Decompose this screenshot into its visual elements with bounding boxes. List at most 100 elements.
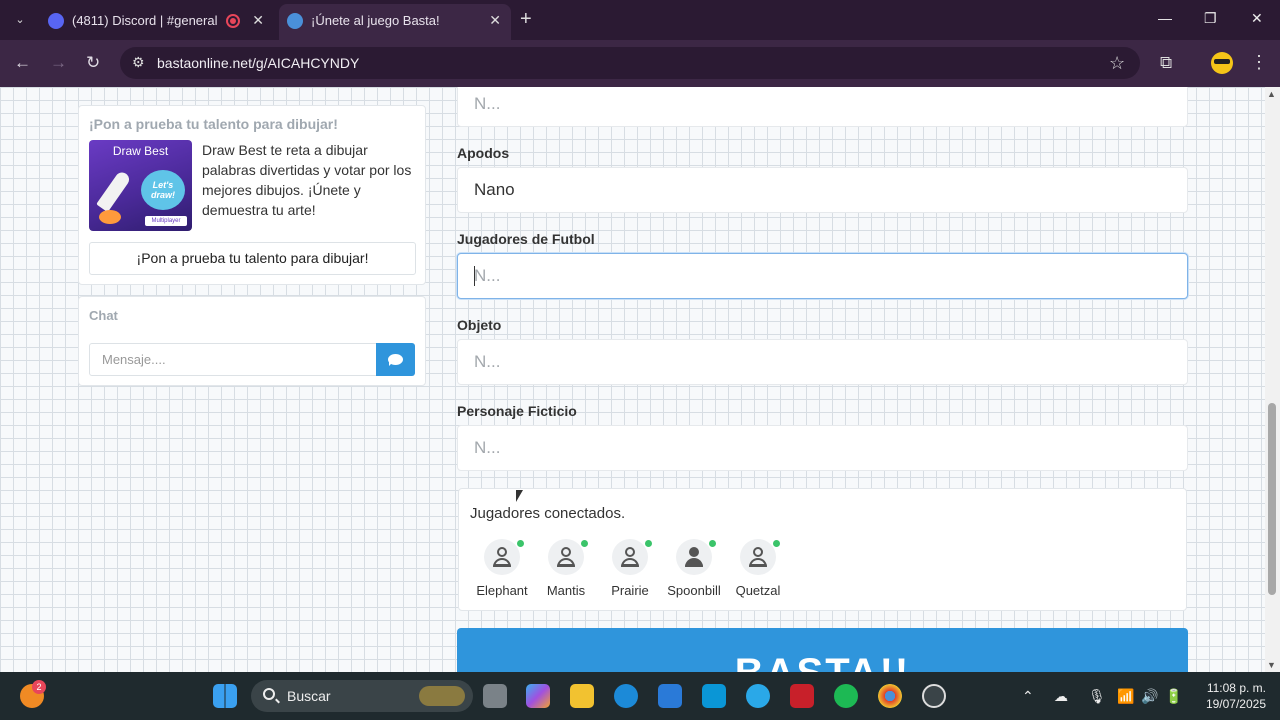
promo-heading: ¡Pon a prueba tu talento para dibujar! bbox=[89, 116, 338, 132]
new-tab-plus-icon[interactable]: + bbox=[520, 9, 532, 29]
hp-app-icon[interactable] bbox=[702, 684, 726, 708]
host-user-avatar-icon bbox=[676, 539, 716, 575]
player-prairie[interactable]: Prairie bbox=[595, 539, 665, 598]
url-text[interactable]: bastaonline.net/g/AICAHCYNDY bbox=[157, 55, 359, 71]
back-arrow-icon[interactable]: ← bbox=[14, 53, 31, 73]
close-window-icon[interactable]: ✕ bbox=[1251, 10, 1263, 27]
site-info-icon[interactable]: ⚙ bbox=[132, 54, 145, 71]
mouse-cursor-icon bbox=[516, 490, 523, 502]
browser-menu-icon[interactable]: ⋮ bbox=[1250, 52, 1268, 73]
chrome-icon[interactable] bbox=[878, 684, 902, 708]
chat-send-button[interactable] bbox=[376, 343, 415, 376]
chat-message-input[interactable]: Mensaje.... bbox=[89, 343, 377, 376]
microphone-icon[interactable]: 🎙 bbox=[1088, 688, 1106, 705]
basta-favicon-icon bbox=[287, 13, 303, 29]
multiplayer-badge: Multiplayer bbox=[145, 216, 187, 226]
player-mantis[interactable]: Mantis bbox=[531, 539, 601, 598]
clock-date: 19/07/2025 bbox=[1205, 697, 1266, 711]
rocket-icon bbox=[96, 169, 132, 213]
flame-icon bbox=[99, 210, 121, 224]
tab-search-chevron-icon[interactable]: ⌄ bbox=[8, 9, 32, 31]
draw-best-image-title: Draw Best bbox=[112, 144, 169, 158]
edge-browser-icon[interactable] bbox=[614, 684, 638, 708]
taskbar-search-placeholder: Buscar bbox=[287, 688, 331, 704]
promo-card: ¡Pon a prueba tu talento para dibujar! D… bbox=[78, 105, 426, 285]
user-avatar-icon bbox=[612, 539, 652, 575]
page-viewport: ¡Pon a prueba tu talento para dibujar! D… bbox=[0, 87, 1265, 672]
taskbar-clock[interactable]: 11:08 p. m. 19/07/2025 bbox=[1196, 680, 1266, 712]
wifi-icon[interactable]: 📶 bbox=[1117, 688, 1134, 705]
forward-arrow-icon[interactable]: → bbox=[50, 53, 67, 73]
tab-discord[interactable]: (4811) Discord | #general | ✕ bbox=[40, 6, 274, 36]
online-status-dot bbox=[773, 540, 780, 547]
extensions-puzzle-icon[interactable]: ⧉ bbox=[1160, 53, 1172, 73]
online-status-dot bbox=[645, 540, 652, 547]
connected-players-card: Jugadores conectados. Elephant Mantis Pr… bbox=[458, 488, 1187, 611]
user-avatar-icon bbox=[548, 539, 588, 575]
minimize-window-icon[interactable]: — bbox=[1158, 10, 1172, 26]
lets-draw-bubble: Let's draw! bbox=[141, 170, 185, 210]
objeto-input[interactable]: N... bbox=[457, 339, 1188, 385]
microsoft-store-icon[interactable] bbox=[658, 684, 682, 708]
online-status-dot bbox=[709, 540, 716, 547]
text-caret bbox=[474, 266, 475, 286]
close-tab-icon[interactable]: ✕ bbox=[252, 12, 264, 29]
player-quetzal[interactable]: Quetzal bbox=[723, 539, 793, 598]
notification-badge: 2 bbox=[32, 680, 46, 694]
chat-heading: Chat bbox=[89, 308, 118, 323]
tab-basta[interactable]: ¡Únete al juego Basta! ✕ bbox=[279, 4, 511, 40]
show-hidden-icons-chevron-icon[interactable]: ⌃ bbox=[1022, 688, 1034, 705]
player-spoonbill[interactable]: Spoonbill bbox=[659, 539, 729, 598]
player-name: Quetzal bbox=[735, 583, 781, 598]
taskbar-search-box[interactable]: Buscar bbox=[251, 680, 473, 712]
discord-favicon-icon bbox=[48, 13, 64, 29]
player-name: Spoonbill bbox=[667, 583, 721, 598]
profile-avatar-icon[interactable] bbox=[1211, 52, 1233, 74]
user-avatar-icon bbox=[484, 539, 524, 575]
obs-studio-icon[interactable] bbox=[922, 684, 946, 708]
user-avatar-icon bbox=[740, 539, 780, 575]
help-icon[interactable] bbox=[746, 684, 770, 708]
copilot-icon[interactable] bbox=[526, 684, 550, 708]
player-elephant[interactable]: Elephant bbox=[467, 539, 537, 598]
scroll-up-arrow-icon[interactable]: ▲ bbox=[1267, 89, 1276, 99]
field-label-jugadores: Jugadores de Futbol bbox=[457, 231, 595, 247]
spotify-icon[interactable] bbox=[834, 684, 858, 708]
jugadores-placeholder: N... bbox=[474, 266, 501, 285]
promo-button[interactable]: ¡Pon a prueba tu talento para dibujar! bbox=[89, 242, 416, 275]
player-name: Mantis bbox=[546, 583, 586, 598]
task-view-icon[interactable] bbox=[483, 684, 507, 708]
bookmark-star-icon[interactable]: ☆ bbox=[1109, 53, 1125, 74]
field-label-objeto: Objeto bbox=[457, 317, 502, 333]
clock-time: 11:08 p. m. bbox=[1206, 681, 1266, 695]
scroll-down-arrow-icon[interactable]: ▼ bbox=[1267, 660, 1276, 670]
online-status-dot bbox=[581, 540, 588, 547]
basta-button[interactable]: BASTA!! bbox=[457, 628, 1188, 672]
battery-icon[interactable]: 🔋 bbox=[1165, 688, 1182, 705]
field-label-personaje: Personaje Ficticio bbox=[457, 403, 577, 419]
chat-card: Chat Mensaje.... bbox=[78, 296, 426, 386]
recording-indicator-icon bbox=[226, 14, 240, 28]
close-tab-icon[interactable]: ✕ bbox=[489, 12, 501, 29]
promo-description: Draw Best te reta a dibujar palabras div… bbox=[202, 142, 412, 218]
tab-title: ¡Únete al juego Basta! bbox=[311, 13, 440, 28]
top-category-field[interactable]: N... bbox=[457, 87, 1188, 127]
reload-icon[interactable]: ↻ bbox=[86, 53, 100, 73]
draw-best-image[interactable]: Draw Best Let's draw! Multiplayer bbox=[89, 140, 192, 231]
personaje-ficticio-input[interactable]: N... bbox=[457, 425, 1188, 471]
player-name: Elephant bbox=[476, 583, 528, 598]
field-label-apodos: Apodos bbox=[457, 145, 510, 161]
restore-window-icon[interactable]: ❐ bbox=[1204, 10, 1217, 27]
jugadores-de-futbol-input[interactable]: N... bbox=[457, 253, 1188, 299]
windows-start-icon[interactable] bbox=[213, 684, 237, 708]
speech-bubble-icon bbox=[388, 354, 403, 366]
search-icon bbox=[263, 688, 275, 700]
apodos-input[interactable]: Nano bbox=[457, 167, 1188, 213]
onedrive-cloud-icon[interactable]: ☁ bbox=[1054, 688, 1068, 705]
scrollbar-thumb[interactable] bbox=[1268, 403, 1276, 595]
volume-icon[interactable]: 🔊 bbox=[1141, 688, 1158, 705]
mcafee-icon[interactable] bbox=[790, 684, 814, 708]
player-name: Prairie bbox=[611, 583, 649, 598]
online-status-dot bbox=[517, 540, 524, 547]
file-explorer-icon[interactable] bbox=[570, 684, 594, 708]
